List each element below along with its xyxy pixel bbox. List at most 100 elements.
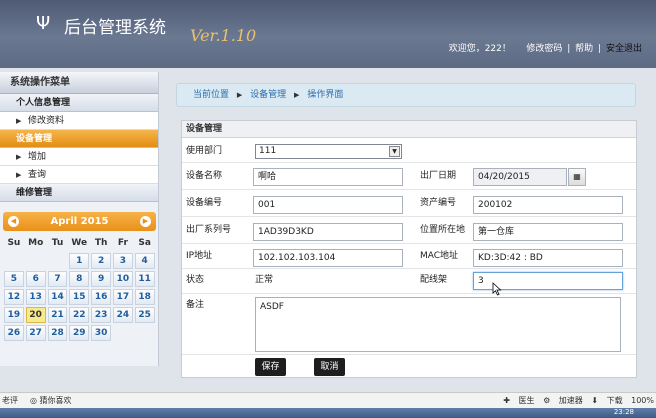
department-select[interactable]: 111 ▼ xyxy=(255,144,402,159)
calendar-header: ◀ April 2015 ▶ xyxy=(3,212,156,231)
calendar-icon[interactable]: ▦ xyxy=(568,168,586,186)
factory-date-label: 出厂日期 xyxy=(420,171,457,181)
ip-input[interactable]: 102.102.103.104 xyxy=(253,249,403,267)
doctor-button[interactable]: ✚ 医生 xyxy=(503,396,534,405)
breadcrumb: 当前位置 ▶ 设备管理 ▶ 操作界面 xyxy=(176,83,636,107)
calendar-day[interactable]: 30 xyxy=(91,325,111,341)
form-row: 使用部门 111 ▼ xyxy=(182,139,636,163)
calendar-empty-cell xyxy=(47,252,69,270)
sidebar-group-device[interactable]: 设备管理 xyxy=(0,130,158,148)
calendar-weekday: Tu xyxy=(51,238,64,248)
calendar-day-today[interactable]: 20 xyxy=(25,307,46,323)
device-no-label: 设备编号 xyxy=(186,198,223,208)
sidebar-group-repair[interactable]: 维修管理 xyxy=(0,184,158,202)
welcome-text: 欢迎您，222！ xyxy=(448,44,511,54)
calendar-day[interactable]: 22 xyxy=(69,307,90,323)
asset-no-label: 资产编号 xyxy=(420,198,457,208)
calendar-weekday: Sa xyxy=(138,238,151,248)
calendar-day[interactable]: 4 xyxy=(134,253,155,269)
calendar-day[interactable]: 9 xyxy=(91,271,111,287)
calendar-day[interactable]: 8 xyxy=(69,271,90,287)
calendar-day[interactable]: 15 xyxy=(69,289,90,305)
calendar-day[interactable]: 24 xyxy=(112,307,133,323)
calendar-day[interactable]: 25 xyxy=(134,307,155,323)
calendar-weekday: We xyxy=(71,238,88,248)
calendar-empty-cell xyxy=(112,324,134,342)
form-title: 设备管理 xyxy=(182,121,636,138)
next-month-icon[interactable]: ▶ xyxy=(140,216,151,227)
accelerator-button[interactable]: ⚙ 加速器 xyxy=(543,396,583,405)
calendar-day[interactable]: 27 xyxy=(25,325,46,341)
cancel-button[interactable]: 取消 xyxy=(314,358,345,376)
form-row: 出厂系列号 1AD39D3KD 位置所在地 第一仓库 xyxy=(182,218,636,244)
sidebar-item-edit-profile[interactable]: ▶ 修改资料 xyxy=(0,112,158,130)
change-password-link[interactable]: 修改密码 xyxy=(526,44,562,54)
location-label: 位置所在地 xyxy=(420,225,466,235)
calendar-grid: Su Mo Tu We Th Fr Sa 1 2 3 4 5 6 7 8 9 10 11 12 13 14 15 16 17 1… xyxy=(3,234,156,342)
calendar-day[interactable]: 16 xyxy=(91,289,111,305)
rack-label: 配线架 xyxy=(420,275,448,285)
sidebar-item-add[interactable]: ▶ 增加 xyxy=(0,148,158,166)
calendar-day[interactable]: 29 xyxy=(69,325,90,341)
calendar-day[interactable]: 21 xyxy=(47,307,68,323)
calendar-day[interactable]: 1 xyxy=(69,253,90,269)
download-button[interactable]: ⬇ 下载 xyxy=(591,396,622,405)
os-taskbar: 23:28 xyxy=(0,408,656,418)
sidebar-item-query[interactable]: ▶ 查询 xyxy=(0,166,158,184)
calendar-day[interactable]: 17 xyxy=(112,289,133,305)
form-row: 备注 ASDF xyxy=(182,295,636,355)
browser-statusbar: 老评 ◎ 猜你喜欢 ✚ 医生 ⚙ 加速器 ⬇ 下载 100% xyxy=(0,392,656,408)
factory-date-input[interactable]: 04/20/2015 xyxy=(473,168,567,186)
calendar-day[interactable]: 13 xyxy=(25,289,46,305)
save-button[interactable]: 保存 xyxy=(255,358,286,376)
arrow-right-icon: ▶ xyxy=(16,117,22,125)
breadcrumb-item[interactable]: 当前位置 xyxy=(193,90,229,100)
calendar-day[interactable]: 23 xyxy=(91,307,111,323)
mac-input[interactable]: KD:3D:42 : BD xyxy=(473,249,623,267)
calendar-day[interactable]: 7 xyxy=(47,271,68,287)
calendar-day[interactable]: 28 xyxy=(47,325,68,341)
calendar-day[interactable]: 26 xyxy=(4,325,24,341)
calendar-day[interactable]: 19 xyxy=(4,307,24,323)
help-link[interactable]: 帮助 xyxy=(575,44,593,54)
calendar-day[interactable]: 14 xyxy=(47,289,68,305)
calendar-empty-cell xyxy=(3,252,25,270)
status-right-group: ✚ 医生 ⚙ 加速器 ⬇ 下载 100% xyxy=(497,393,654,408)
remark-textarea[interactable]: ASDF xyxy=(255,297,621,352)
calendar-day[interactable]: 10 xyxy=(112,271,133,287)
prev-month-icon[interactable]: ◀ xyxy=(8,216,19,227)
sidebar-title: 系统操作菜单 xyxy=(0,72,158,94)
app-header: Ψ 后台管理系统 Ver.1.10 欢迎您，222！ 修改密码 | 帮助 | 安… xyxy=(0,0,656,68)
zoom-level[interactable]: 100% xyxy=(631,396,654,405)
sidebar-item-label: 查询 xyxy=(28,170,47,180)
device-name-input[interactable]: 啊哈 xyxy=(253,168,403,186)
calendar-day[interactable]: 11 xyxy=(134,271,155,287)
chevron-down-icon: ▼ xyxy=(389,146,400,157)
breadcrumb-separator-icon: ▶ xyxy=(294,91,300,99)
logout-link[interactable]: 安全退出 xyxy=(606,44,642,54)
device-no-input[interactable]: 001 xyxy=(253,196,403,214)
user-links: 欢迎您，222！ 修改密码 | 帮助 | 安全退出 xyxy=(448,44,642,54)
location-input[interactable]: 第一仓库 xyxy=(473,223,623,241)
asset-no-input[interactable]: 200102 xyxy=(473,196,623,214)
status-left-text: 老评 xyxy=(2,396,18,405)
calendar-widget: ◀ April 2015 ▶ Su Mo Tu We Th Fr Sa 1 2 3 4 5 6 7 8 9 10… xyxy=(3,212,156,342)
logo-icon: Ψ xyxy=(36,13,51,34)
calendar-day[interactable]: 5 xyxy=(4,271,24,287)
calendar-empty-cell xyxy=(134,324,156,342)
form-row: IP地址 102.102.103.104 MAC地址 KD:3D:42 : BD xyxy=(182,245,636,269)
serial-input[interactable]: 1AD39D3KD xyxy=(253,223,403,241)
calendar-day[interactable]: 12 xyxy=(4,289,24,305)
breadcrumb-item[interactable]: 操作界面 xyxy=(307,90,343,100)
calendar-day[interactable]: 3 xyxy=(112,253,133,269)
ip-label: IP地址 xyxy=(186,251,213,261)
sidebar-item-label: 增加 xyxy=(28,152,47,162)
calendar-day[interactable]: 6 xyxy=(25,271,46,287)
calendar-day[interactable]: 18 xyxy=(134,289,155,305)
app-title: 后台管理系统 xyxy=(64,18,166,38)
sidebar-group-personal[interactable]: 个人信息管理 xyxy=(0,94,158,112)
status-guess-link[interactable]: ◎ 猜你喜欢 xyxy=(30,393,72,408)
breadcrumb-item[interactable]: 设备管理 xyxy=(250,90,286,100)
calendar-day[interactable]: 2 xyxy=(91,253,111,269)
taskbar-clock: 23:28 xyxy=(613,408,634,416)
